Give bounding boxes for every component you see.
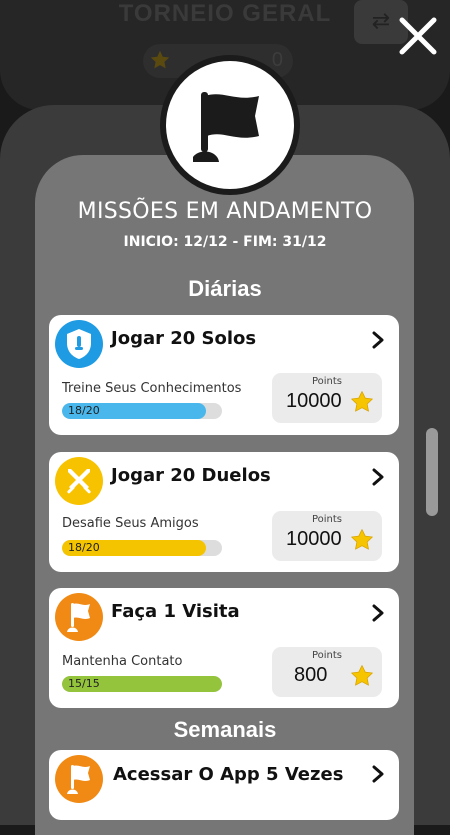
star-icon	[351, 665, 373, 686]
close-icon	[399, 17, 437, 55]
mission-subtitle: Mantenha Contato	[62, 654, 183, 669]
missions-title: MISSÕES EM ANDAMENTO	[77, 199, 373, 224]
progress-text: 15/15	[68, 677, 100, 690]
chevron-right-icon	[372, 765, 384, 783]
mission-card[interactable]: Faça 1 Visita Mantenha Contato 15/15 Poi…	[49, 588, 399, 708]
flag-icon	[193, 92, 259, 162]
points-box: Points 800	[272, 647, 382, 697]
shield-icon	[55, 320, 103, 368]
progress-bar: 18/20	[62, 403, 222, 419]
points-box: Points 10000	[272, 511, 382, 561]
points-value: 10000	[286, 390, 342, 412]
progress-bar: 15/15	[62, 676, 222, 692]
flag-icon	[55, 593, 103, 641]
crossed-swords-icon	[55, 457, 103, 505]
progress-bar: 18/20	[62, 540, 222, 556]
points-label: Points	[311, 650, 343, 661]
close-button[interactable]	[396, 14, 440, 58]
star-icon	[351, 391, 373, 412]
mission-title: Acessar O App 5 Vezes	[113, 764, 344, 785]
mission-card[interactable]: Jogar 20 Solos Treine Seus Conhecimentos…	[49, 315, 399, 435]
points-label: Points	[311, 514, 343, 525]
star-icon	[351, 529, 373, 550]
points-value: 10000	[286, 528, 342, 550]
background-points-value: 0	[271, 49, 283, 71]
missions-dates: INICIO: 12/12 - FIM: 31/12	[123, 234, 327, 250]
flag-badge	[160, 55, 300, 195]
mission-card[interactable]: Acessar O App 5 Vezes	[49, 750, 399, 820]
weekly-heading: Semanais	[173, 717, 277, 742]
mission-title: Faça 1 Visita	[111, 601, 240, 622]
mission-subtitle: Desafie Seus Amigos	[62, 516, 199, 531]
mission-title: Jogar 20 Solos	[111, 328, 257, 349]
points-value: 800	[294, 664, 328, 686]
mission-title: Jogar 20 Duelos	[111, 465, 271, 486]
star-icon	[150, 50, 170, 69]
chevron-right-icon	[372, 604, 384, 622]
chevron-right-icon	[372, 468, 384, 486]
daily-heading: Diárias	[188, 276, 262, 301]
progress-text: 18/20	[68, 541, 100, 554]
flag-icon	[55, 755, 103, 803]
chevron-right-icon	[372, 331, 384, 349]
points-label: Points	[311, 376, 343, 387]
mission-subtitle: Treine Seus Conhecimentos	[62, 381, 242, 396]
mission-card[interactable]: Jogar 20 Duelos Desafie Seus Amigos 18/2…	[49, 452, 399, 572]
progress-text: 18/20	[68, 404, 100, 417]
scrollbar[interactable]	[426, 428, 438, 516]
points-box: Points 10000	[272, 373, 382, 423]
